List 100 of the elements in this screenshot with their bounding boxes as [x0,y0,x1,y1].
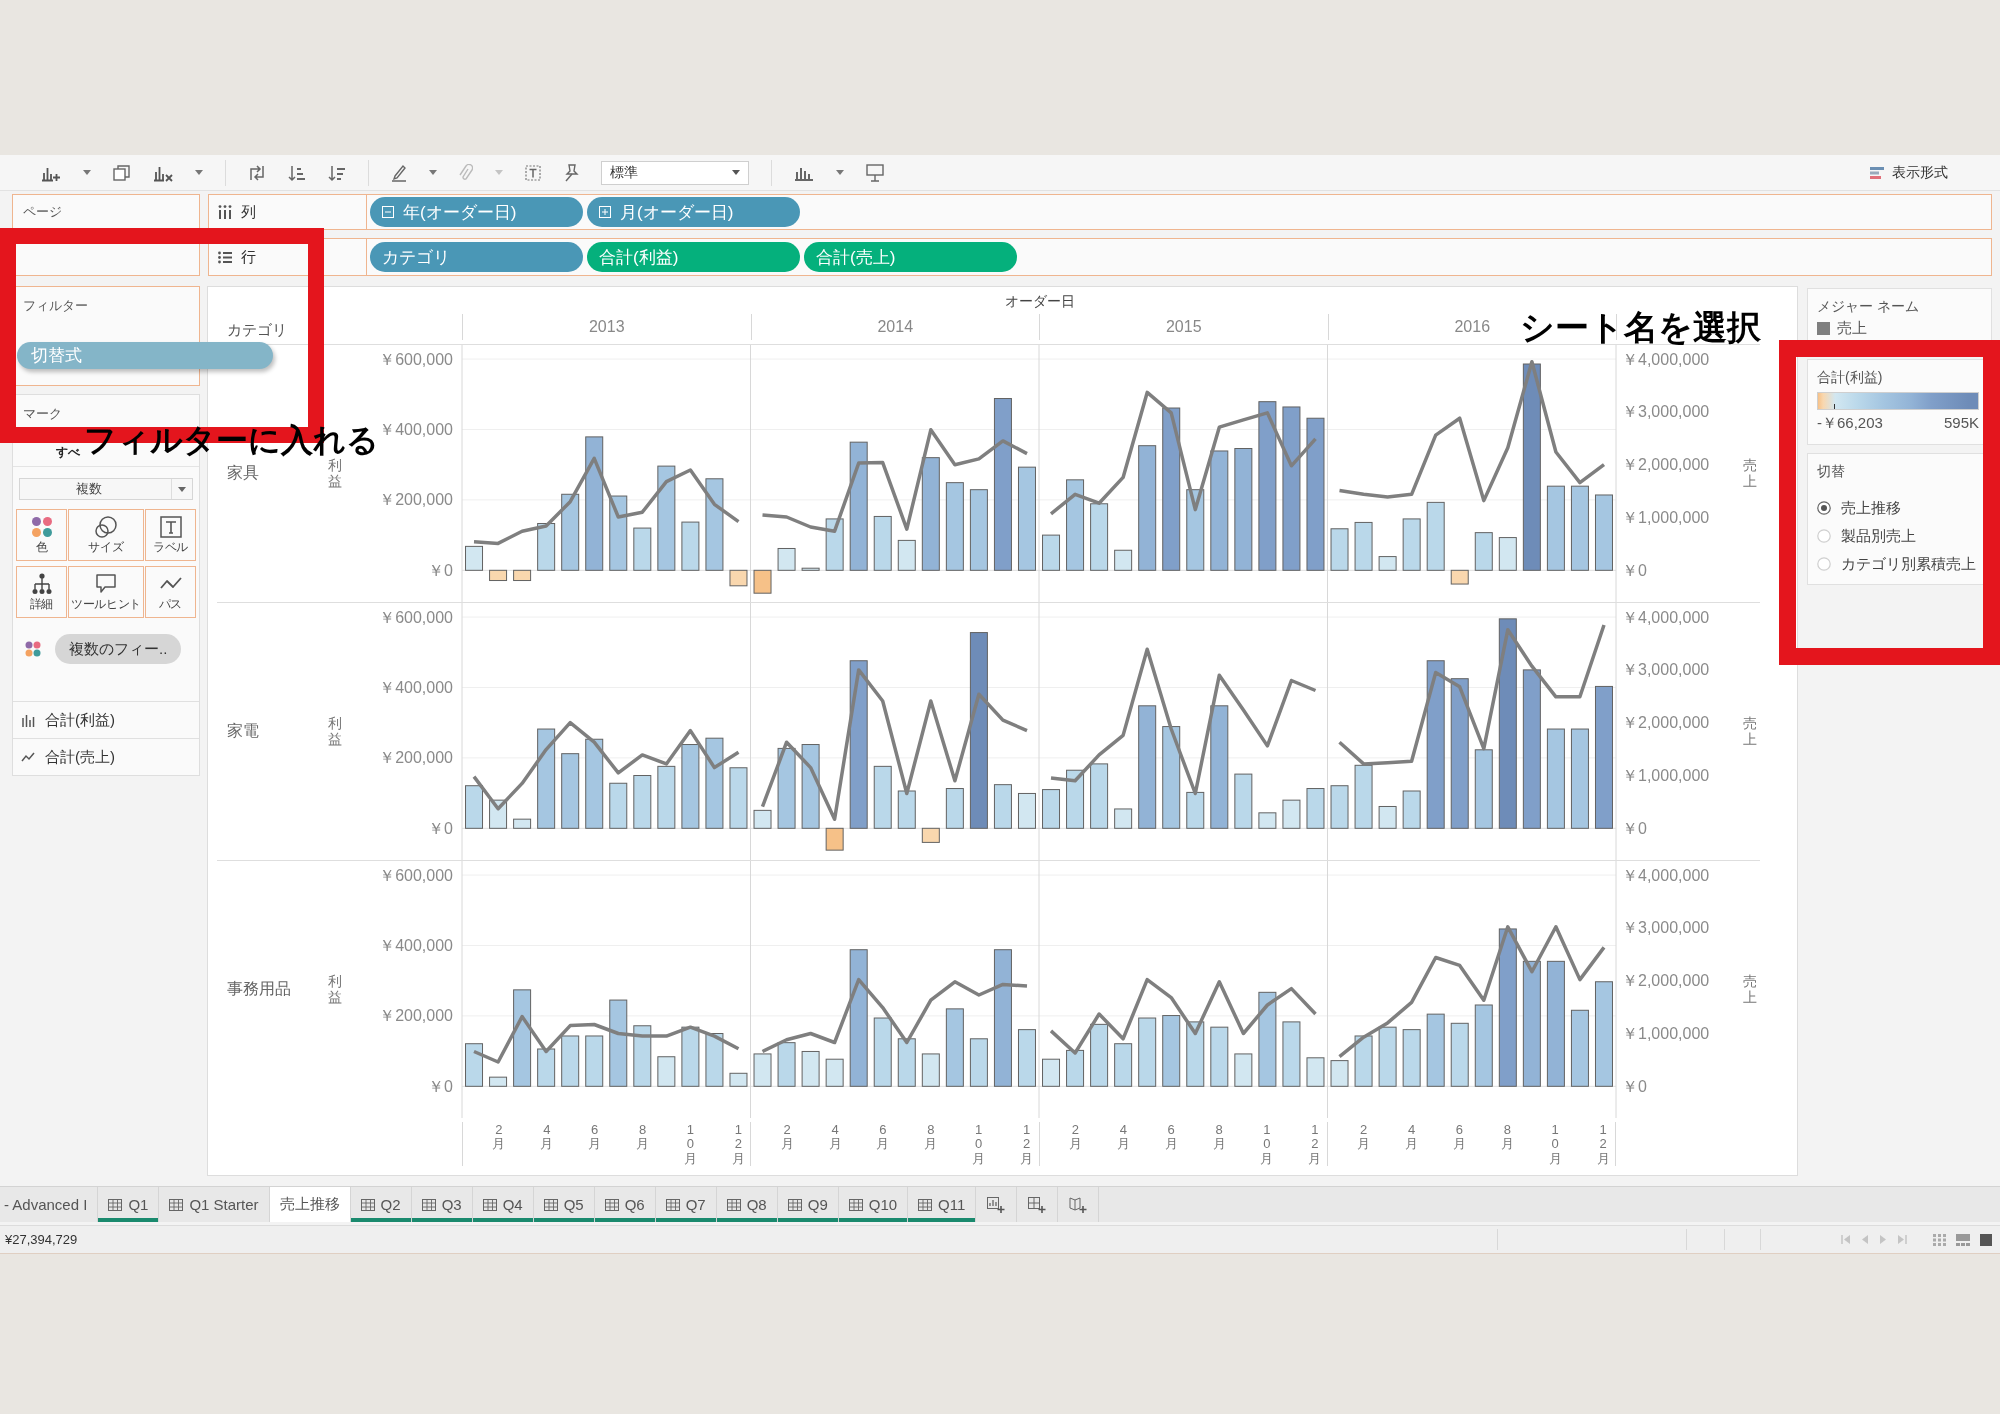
chart-plus-icon[interactable] [987,1196,1006,1213]
sheet-tab[interactable]: Q1 [98,1187,160,1222]
axis-label: ￥0 [428,561,453,579]
bar [1306,1057,1325,1087]
axis-title: 利益 [328,974,342,1005]
bar [1402,518,1421,571]
sheet-tab[interactable]: Q4 [472,1187,534,1222]
row-header: 事務用品 [227,979,291,999]
dots-grid-icon[interactable] [1933,1233,1946,1246]
row-header: 家具 [227,463,259,483]
tooltip-button[interactable]: ツールヒント [68,566,144,618]
field-pill[interactable]: 月(オーダー日) [587,197,800,227]
show-me-button[interactable]: 表示形式 [1866,161,1952,184]
bar [1450,1022,1469,1087]
filmstrip-icon[interactable] [1956,1233,1970,1246]
bar [1186,791,1205,829]
swap-icon[interactable] [248,163,266,182]
minus-box-icon[interactable] [382,206,394,218]
color-button[interactable]: 色 [16,509,67,561]
book-plus-icon[interactable] [1069,1196,1088,1213]
bar [1042,789,1060,829]
grid-plus-icon[interactable] [1028,1196,1047,1213]
text-box-icon[interactable] [525,164,541,181]
radio-option[interactable]: 製品別売上 [1817,522,1979,550]
sheet-tab[interactable]: Q1 Starter [159,1187,270,1222]
label-button[interactable]: ラベル [145,509,196,561]
sheet-tab[interactable]: Q6 [594,1187,656,1222]
detail-button[interactable]: 詳細 [16,566,67,618]
field-pill[interactable]: 年(オーダー日) [370,197,583,227]
bar [873,765,892,829]
axis-label: 10月 [1260,1123,1274,1166]
radio-option[interactable]: カテゴリ別累積売上 [1817,550,1979,578]
marks-tab[interactable]: すべ [56,444,80,460]
bar [873,1017,892,1087]
table-icon [604,1198,619,1211]
bar [1474,532,1493,571]
square-icon[interactable] [1980,1233,1992,1246]
axis-label: ￥0 [1622,561,1647,579]
sheet-tab[interactable]: Q11 [908,1187,977,1222]
color-dots-icon [25,641,41,657]
bar [633,1025,652,1087]
bar [1090,1023,1109,1087]
axis-label: ￥600,000 [379,608,453,626]
pen-icon[interactable] [391,163,407,182]
bar [897,790,916,829]
sheet-tab[interactable]: Q10 [838,1187,909,1222]
field-pill[interactable]: 複数のフィー.. [55,634,182,664]
sheet-tab[interactable]: Q3 [411,1187,473,1222]
pin-icon[interactable] [563,163,579,182]
sheet-tab[interactable]: - Advanced I [0,1187,99,1222]
plus-box-icon[interactable] [599,206,611,218]
caret-icon[interactable] [836,170,844,175]
sort-descending-icon[interactable] [328,163,346,182]
bar [897,1038,916,1087]
bar [657,765,676,829]
axis-label: 6月 [588,1123,602,1154]
axis-label: ￥1,000,000 [1622,767,1710,784]
bar [897,539,916,571]
bar [1066,1049,1085,1087]
axis-label: 10月 [683,1123,697,1166]
bar [681,521,700,571]
paperclip-icon[interactable] [459,163,473,182]
skip-start-icon[interactable] [1841,1235,1851,1244]
fit-dropdown[interactable]: 標準 [601,160,749,185]
bar [537,1048,556,1087]
bar [1426,501,1445,571]
sheet-tab[interactable]: Q2 [350,1187,412,1222]
axis-label: ￥3,000,000 [1622,661,1710,679]
axis-label: ￥600,000 [379,866,453,884]
axis-label: 4月 [540,1123,554,1154]
caret-icon[interactable] [83,170,91,175]
table-icon [108,1198,123,1211]
axis-label: 2月 [492,1123,506,1154]
presentation-icon[interactable] [866,163,884,182]
field-pill[interactable]: カテゴリ [370,242,583,272]
axis-label: ￥3,000,000 [1622,403,1710,421]
size-button[interactable]: サイズ [68,509,144,561]
sheet-tab[interactable]: Q8 [716,1187,778,1222]
axis-label: ￥4,000,000 [1622,866,1710,884]
bar [1042,534,1060,571]
bar [825,827,844,851]
sheet-tab[interactable]: Q7 [655,1187,717,1222]
sort-ascending-icon[interactable] [288,163,306,182]
bar [993,784,1012,829]
duplicate-icon[interactable] [113,164,131,181]
sheet-tab[interactable]: 売上推移 [269,1187,351,1222]
radio-option[interactable]: 売上推移 [1817,494,1979,522]
bar [489,569,508,581]
caret-icon[interactable] [195,170,203,175]
sheet-tab[interactable]: Q5 [533,1187,595,1222]
axis-label: ￥2,000,000 [1622,972,1710,990]
path-button[interactable]: パス [145,566,196,618]
caret-icon[interactable] [429,170,437,175]
axis-label: 4月 [1405,1123,1419,1154]
axis-label: 12月 [1308,1123,1322,1166]
column-field-header: オーダー日 [1004,293,1075,311]
sheet-tab[interactable]: Q9 [777,1187,839,1222]
table-icon [726,1198,741,1211]
axis-label: 6月 [1164,1123,1178,1154]
mark-type-dropdown[interactable]: 複数 [19,478,193,500]
